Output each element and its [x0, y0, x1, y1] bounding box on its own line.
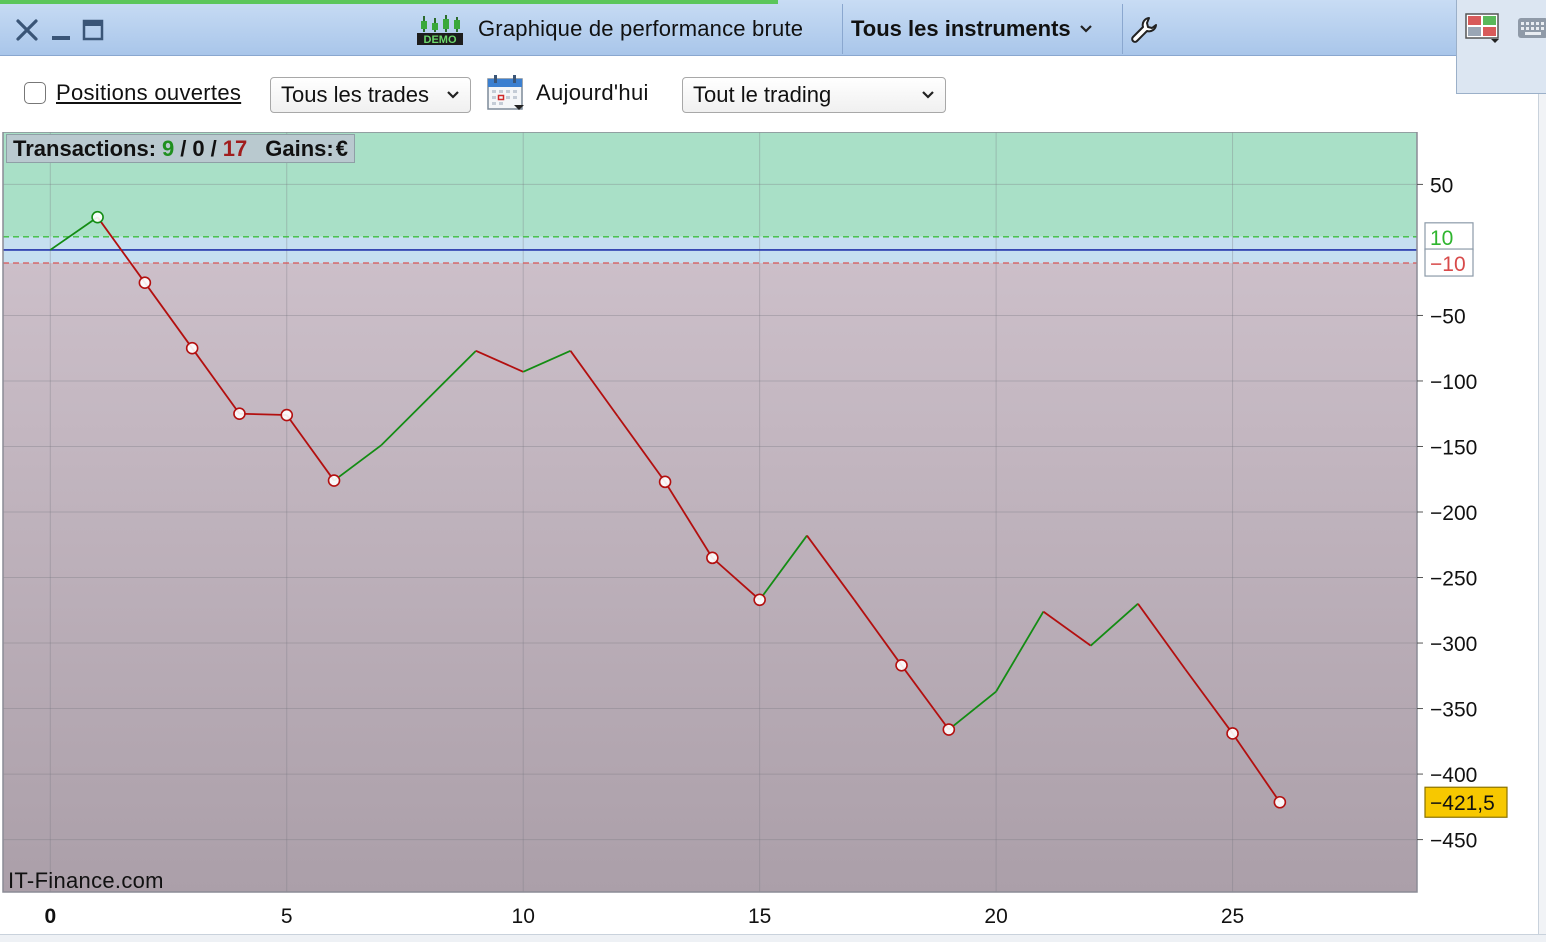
neutral-trades-count: 0: [192, 135, 205, 161]
chart-toolbar: Positions ouvertes Tous les trades Aujou…: [0, 56, 1456, 132]
stats-separator: /: [210, 135, 217, 161]
trade-point-marker: [280, 408, 294, 422]
y-tick-label: −300: [1430, 633, 1477, 656]
y-tick-label: −450: [1430, 830, 1477, 853]
title-separator: [1122, 4, 1123, 54]
x-tick-label: 0: [44, 905, 56, 928]
y-tick-label: −50: [1430, 305, 1466, 328]
winning-trades-count: 9: [162, 135, 175, 161]
x-tick-label: 20: [984, 905, 1007, 928]
title-separator: [842, 4, 843, 54]
transactions-label: Transactions:: [13, 135, 157, 161]
trading-scope-value: Tout le trading: [693, 82, 832, 107]
losing-trades-count: 17: [222, 135, 248, 161]
trades-filter-value: Tous les trades: [281, 82, 429, 107]
trades-filter-select[interactable]: Tous les trades: [270, 77, 471, 113]
demo-badge-text: DEMO: [424, 34, 457, 46]
title-bar: DEMO Graphique de performance brute Tous…: [0, 0, 1456, 56]
side-widget-panel: [1456, 0, 1546, 94]
maximize-button[interactable]: [78, 15, 108, 45]
y-tick-label: −250: [1430, 568, 1477, 591]
y-tick-label: −150: [1430, 436, 1477, 459]
trade-point-marker: [91, 210, 104, 224]
transactions-summary: Transactions: 9 / 0 / 17 Gains: €: [6, 134, 355, 163]
instruments-label: Tous les instruments: [851, 16, 1071, 41]
trade-point-marker: [1273, 795, 1287, 809]
instruments-dropdown[interactable]: Tous les instruments: [851, 16, 1093, 42]
x-tick-label: 5: [281, 905, 293, 928]
trade-point-marker: [658, 475, 672, 489]
calendar-icon[interactable]: [486, 73, 526, 113]
trade-point-marker: [753, 593, 766, 607]
keyboard-icon[interactable]: [1517, 14, 1546, 42]
trade-point-marker: [233, 407, 246, 421]
upper-threshold-badge-text: 10: [1430, 227, 1453, 250]
y-tick-label: −200: [1430, 502, 1477, 525]
open-positions-toggle[interactable]: Positions ouvertes: [24, 80, 241, 106]
open-positions-label[interactable]: Positions ouvertes: [56, 80, 241, 106]
open-positions-checkbox[interactable]: [24, 82, 46, 104]
trade-point-marker: [1226, 727, 1239, 740]
x-tick-label: 10: [512, 905, 535, 928]
minimize-button[interactable]: [46, 15, 76, 45]
performance-chart: 50 −50 −100 −150 −200 −250 −300 −350 −400 −450 0 5 1…: [0, 132, 1538, 934]
chevron-down-icon: [922, 91, 934, 99]
date-range-label[interactable]: Aujourd'hui: [536, 80, 649, 106]
x-tick-label: 25: [1221, 905, 1244, 928]
y-tick-label: −400: [1430, 764, 1477, 787]
trade-point-marker: [706, 551, 719, 565]
chevron-down-icon: [1079, 25, 1092, 33]
wrench-icon[interactable]: [1128, 14, 1160, 46]
trade-point-marker: [138, 276, 152, 289]
close-button[interactable]: [12, 15, 42, 45]
close-icon: [16, 19, 38, 41]
progress-accent-line: [0, 0, 778, 4]
demo-candlestick-icon: DEMO: [417, 15, 463, 46]
performance-chart-svg: 50−50−100−150−200−250−300−350−400−4500 5 1…: [2, 132, 1508, 928]
last-value-text: −421,5: [1430, 792, 1495, 815]
trade-point-marker: [895, 659, 908, 672]
bottom-window-border: [0, 934, 1546, 942]
minimize-icon: [52, 36, 70, 40]
stats-separator: /: [180, 135, 187, 161]
right-window-border: [1538, 94, 1546, 942]
window-title: Graphique de performance brute: [478, 16, 804, 41]
trade-point-marker: [942, 723, 956, 736]
maximize-icon: [82, 19, 104, 41]
trade-point-marker: [327, 474, 341, 487]
y-tick-label: −100: [1430, 371, 1477, 394]
gains-label: Gains:: [265, 135, 334, 161]
trading-scope-select[interactable]: Tout le trading: [682, 77, 946, 113]
chevron-down-icon: [447, 91, 459, 99]
y-tick-label: 50: [1430, 174, 1453, 197]
grid-layout-icon[interactable]: [1465, 12, 1501, 44]
x-tick-label: 15: [748, 905, 771, 928]
lower-threshold-badge-text: −10: [1430, 253, 1466, 276]
gains-currency: €: [335, 135, 348, 161]
trade-point-marker: [185, 341, 199, 355]
watermark-text: IT-Finance.com: [8, 868, 164, 893]
y-tick-label: −350: [1430, 699, 1477, 722]
